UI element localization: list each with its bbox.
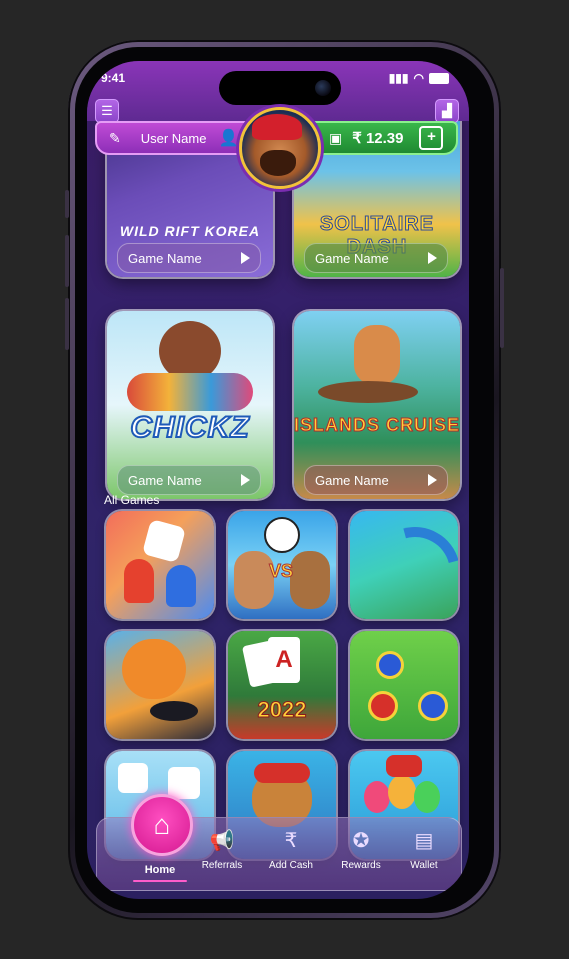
home-button[interactable]: ⌂ (131, 794, 193, 856)
edit-icon: ✎ (109, 129, 121, 146)
wallet-icon: ▣ (329, 129, 343, 146)
parkour-icon (353, 511, 458, 619)
play-icon (428, 474, 437, 486)
play-icon (241, 474, 250, 486)
play-icon (241, 252, 250, 264)
game-tile[interactable]: A 2022 (228, 631, 336, 739)
game-name-button[interactable]: Game Name (304, 243, 448, 273)
bottom-navigation: ⌂ Home 📢 Referrals ₹ Add Cash ✪ Rewards … (96, 794, 462, 891)
featured-art-text: WILD RIFT KOREA (119, 223, 261, 239)
vs-label: VS (268, 561, 293, 582)
santa-hat-icon (254, 763, 310, 783)
featured-game-card[interactable]: CHICKZ Game Name (107, 311, 273, 499)
disc-icon (376, 651, 404, 679)
game-name-label: Game Name (315, 472, 389, 488)
birds-icon (127, 373, 253, 411)
mute-switch (65, 190, 69, 218)
dice-icon (118, 763, 148, 793)
power-button (500, 268, 504, 348)
front-camera (315, 80, 331, 96)
game-tile[interactable] (106, 631, 214, 739)
all-games-heading: All Games (104, 493, 160, 507)
game-tile[interactable] (350, 511, 458, 619)
featured-game-card[interactable]: ISLANDS CRUISE Game Name (294, 311, 460, 499)
soccer-ball-icon (264, 517, 300, 553)
app-screen: WILD RIFT KOREA Game Name SOLITAIRE DASH… (87, 61, 469, 899)
nav-referrals[interactable]: 📢 Referrals (192, 826, 252, 872)
phone-frame: WILD RIFT KOREA Game Name SOLITAIRE DASH… (65, 40, 504, 920)
volume-down-button (65, 298, 69, 350)
nav-add-cash-label: Add Cash (269, 860, 313, 871)
status-icons: ▮▮▮ ◠ (389, 71, 449, 85)
nav-rewards[interactable]: ✪ Rewards (331, 826, 391, 872)
avatar[interactable] (239, 107, 321, 189)
hamburger-icon: ☰ (101, 103, 113, 118)
volume-up-button (65, 235, 69, 287)
wallet-bar[interactable]: ▣ ₹ 12.39 + (301, 121, 458, 155)
game-tile[interactable]: VS (228, 511, 336, 619)
nav-wallet-label: Wallet (410, 860, 438, 871)
user-name: User Name (140, 130, 207, 146)
wifi-icon: ◠ (413, 71, 424, 85)
add-cash-icon: ₹ (284, 829, 298, 852)
game-name-button[interactable]: Game Name (117, 243, 261, 273)
candy-icon (414, 781, 440, 813)
wallet-icon: ▤ (414, 829, 434, 852)
explorer-icon (354, 325, 400, 385)
game-name-label: Game Name (128, 472, 202, 488)
beard-icon (260, 150, 296, 176)
leaderboard-button[interactable]: ▟ (435, 99, 459, 123)
active-tab-indicator (133, 880, 187, 882)
candy-icon (388, 775, 416, 809)
game-name-button[interactable]: Game Name (304, 465, 448, 495)
dice-icon (168, 767, 200, 799)
menu-button[interactable]: ☰ (95, 99, 119, 123)
candy-icon (364, 781, 390, 813)
nav-home-label: Home (144, 864, 176, 876)
player-icon (290, 551, 330, 609)
game-name-label: Game Name (315, 250, 389, 266)
disc-icon (368, 691, 398, 721)
boat-icon (318, 381, 418, 403)
featured-art-text: CHICKZ (129, 410, 250, 445)
game-name-label: Game Name (128, 250, 202, 266)
tiger-hockey-icon (122, 639, 186, 699)
nav-add-cash[interactable]: ₹ Add Cash (261, 826, 321, 872)
puck-icon (150, 701, 198, 721)
game-tile[interactable] (106, 511, 214, 619)
user-icon: 👤 (218, 130, 239, 147)
disc-icon (418, 691, 448, 721)
battery-icon (429, 72, 449, 84)
rewards-icon: ✪ (352, 829, 370, 852)
game-tile[interactable] (350, 631, 458, 739)
pawn-icon (166, 565, 196, 607)
home-icon: ⌂ (153, 809, 171, 840)
card-ace-icon: A (268, 637, 300, 683)
play-icon (428, 252, 437, 264)
user-name-bar[interactable]: ✎ User Name 👤 (95, 121, 263, 155)
dynamic-island (219, 71, 341, 105)
leaderboard-icon: ▟ (442, 103, 452, 118)
add-cash-plus-button[interactable]: + (419, 126, 444, 150)
turban-icon (252, 114, 302, 140)
featured-art-text: ISLANDS CRUISE (294, 415, 460, 436)
balance-amount: ₹ 12.39 (352, 130, 404, 147)
clock: 9:41 (101, 71, 126, 85)
tile-art-text: 2022 (257, 697, 307, 723)
ludo-icon (141, 518, 187, 564)
signal-icon: ▮▮▮ (388, 71, 409, 85)
megaphone-icon: 📢 (209, 829, 235, 852)
owl-icon (159, 321, 221, 381)
bow-icon (386, 755, 422, 777)
nav-wallet[interactable]: ▤ Wallet (394, 826, 454, 872)
nav-rewards-label: Rewards (341, 860, 381, 871)
nav-referrals-label: Referrals (201, 860, 243, 871)
pawn-icon (124, 559, 154, 603)
game-name-button[interactable]: Game Name (117, 465, 261, 495)
